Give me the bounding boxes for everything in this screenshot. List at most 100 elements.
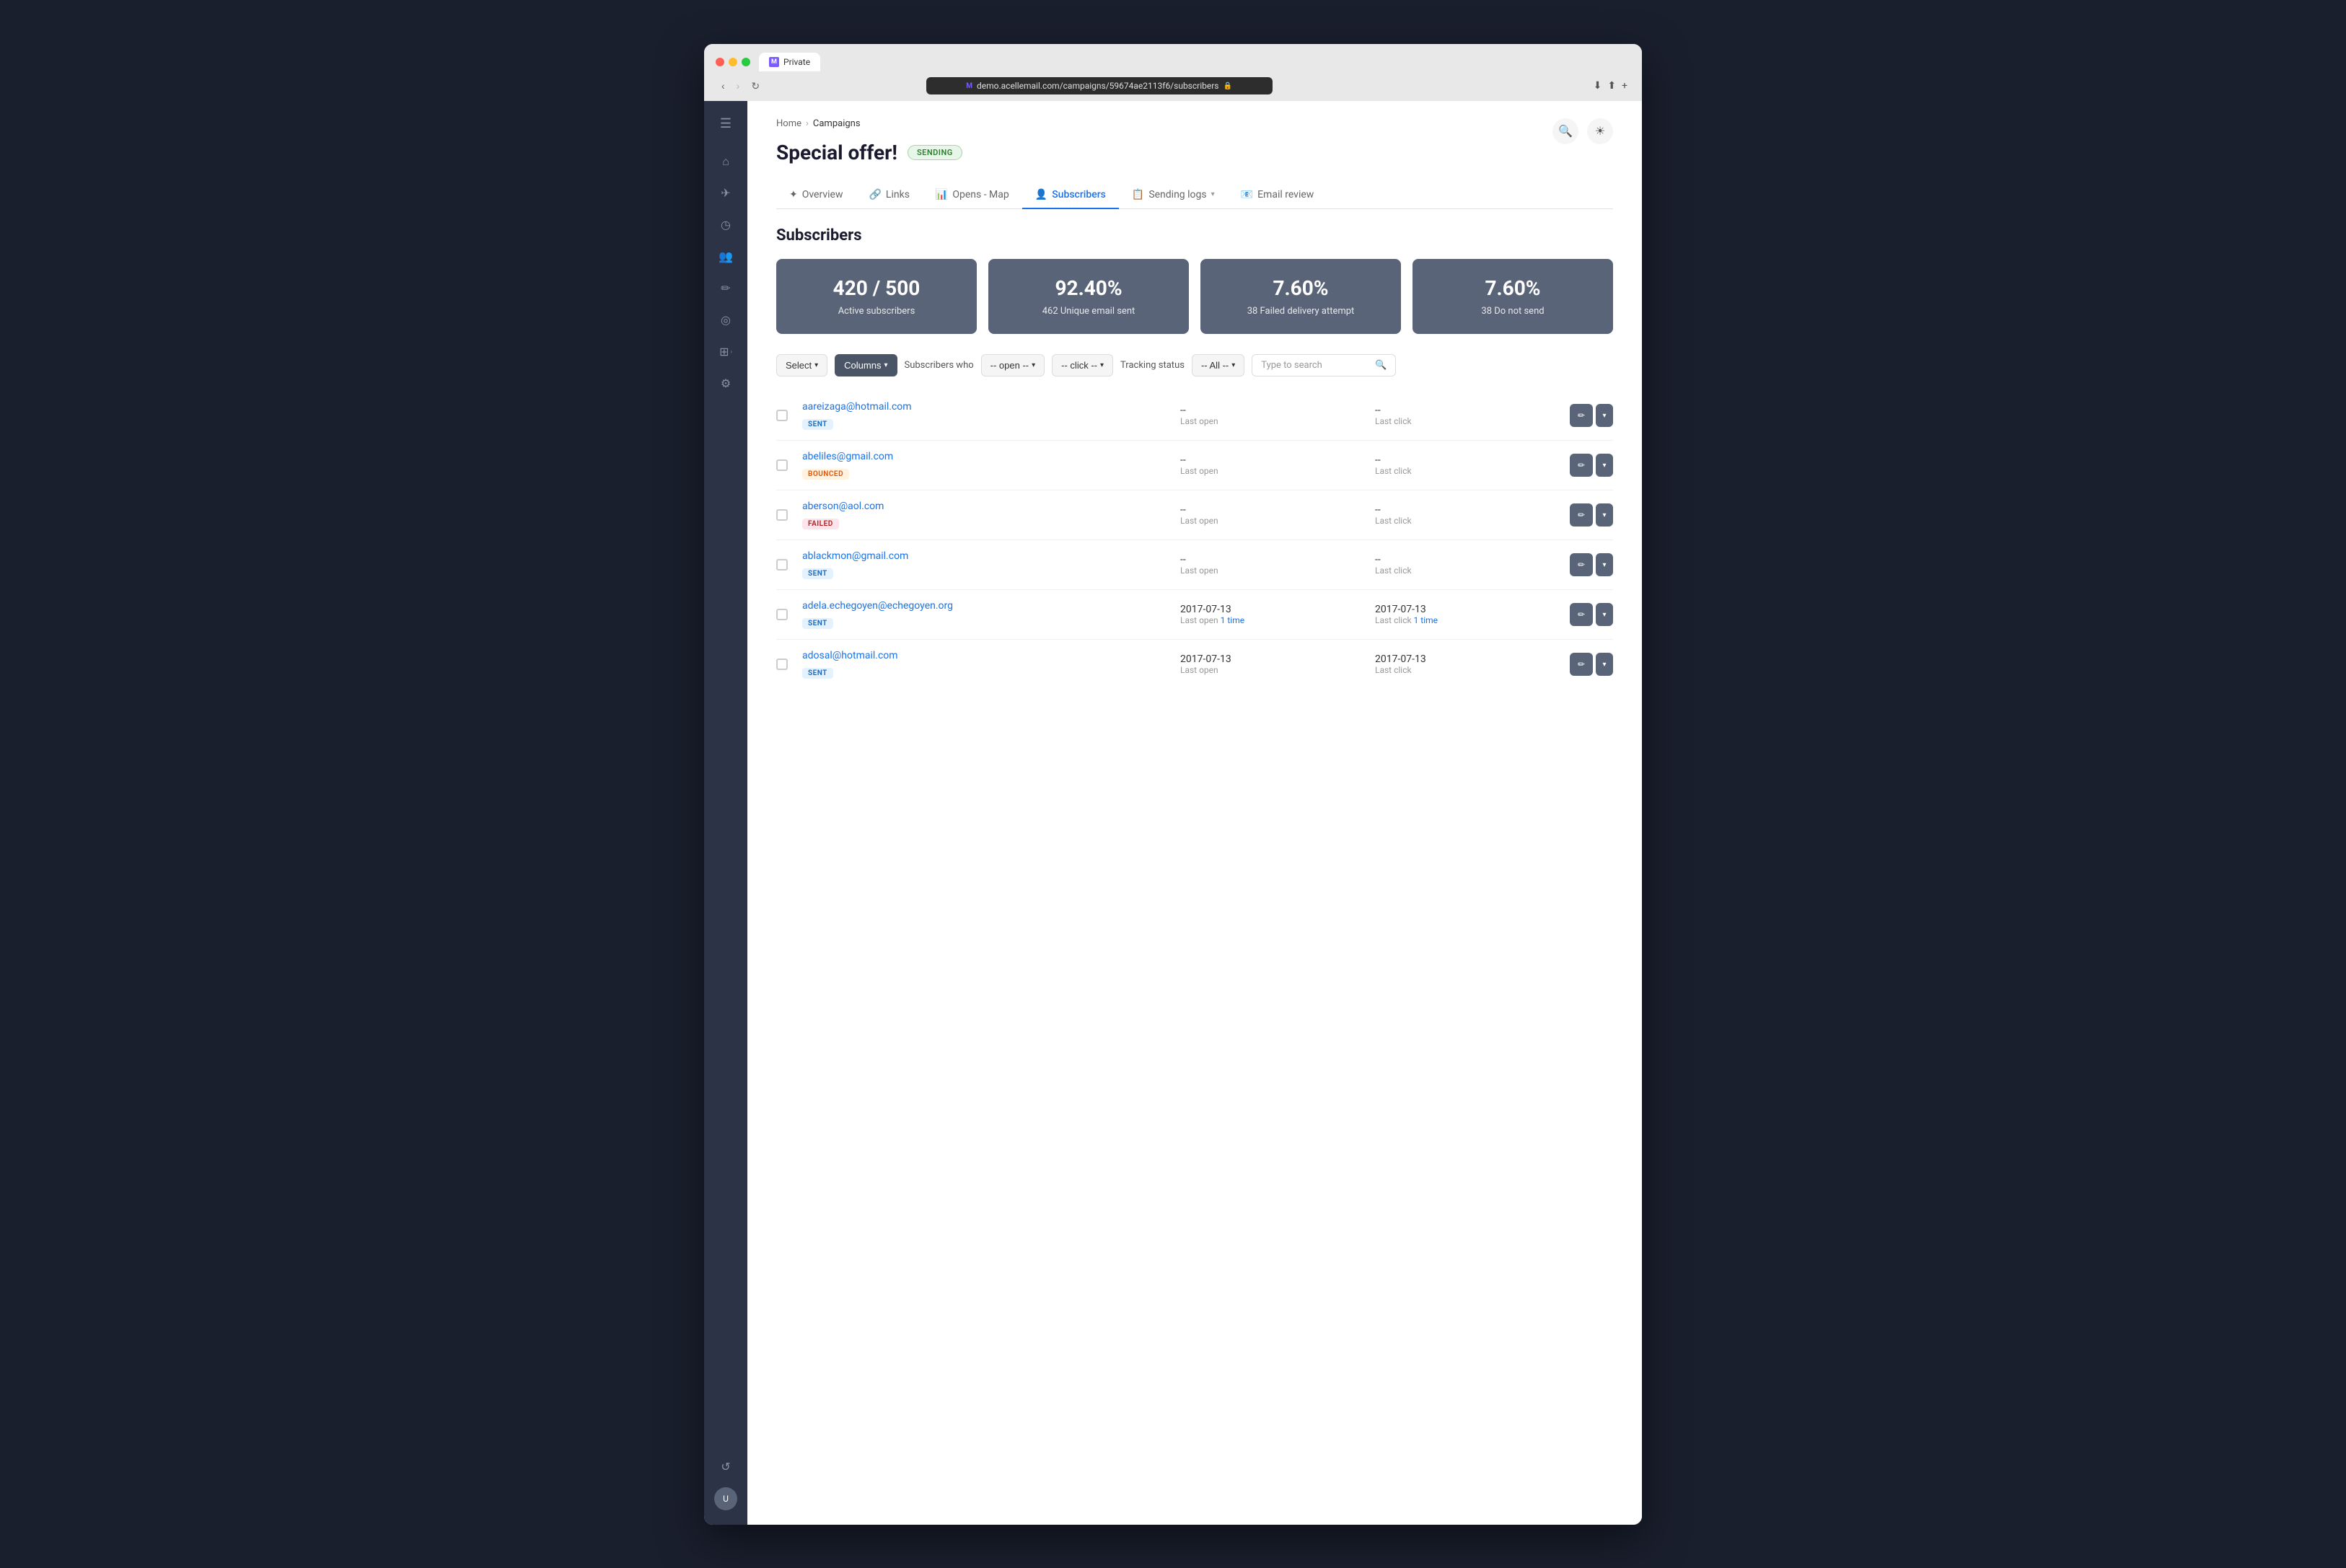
- last-open-label: Last open: [1180, 516, 1363, 526]
- filters-row: Select ▾ Columns ▾ Subscribers who -- op…: [776, 354, 1613, 376]
- row-checkbox[interactable]: [776, 410, 788, 421]
- more-button[interactable]: ▾: [1596, 603, 1613, 626]
- subscriber-email[interactable]: adosal@hotmail.com: [802, 650, 1169, 661]
- select-chevron: ▾: [814, 361, 818, 369]
- select-button[interactable]: Select ▾: [776, 354, 827, 376]
- last-open-label: Last open: [1180, 466, 1363, 476]
- close-button[interactable]: [716, 58, 724, 66]
- edit-button[interactable]: ✏: [1570, 653, 1593, 676]
- subscriber-email[interactable]: aareizaga@hotmail.com: [802, 401, 1169, 413]
- more-button[interactable]: ▾: [1596, 653, 1613, 676]
- tab-overview[interactable]: ✦ Overview: [776, 182, 856, 209]
- tab-email-review[interactable]: 📧 Email review: [1228, 182, 1327, 209]
- sidebar-item-contacts[interactable]: 👥: [711, 242, 740, 271]
- stat-card-failed: 7.60% 38 Failed delivery attempt: [1200, 259, 1401, 335]
- browser-tab[interactable]: M Private: [759, 53, 820, 71]
- subscriber-tag: FAILED: [802, 519, 839, 529]
- sidebar-item-home[interactable]: ⌂: [711, 147, 740, 176]
- click-filter[interactable]: -- click -- ▾: [1052, 354, 1113, 376]
- sidebar-menu-toggle[interactable]: ☰: [711, 110, 740, 138]
- sidebar-item-settings[interactable]: ⚙: [711, 369, 740, 398]
- sidebar-item-reports[interactable]: ⊞›: [711, 338, 740, 366]
- last-click-label: Last click: [1375, 565, 1558, 576]
- stat-card-active: 420 / 500 Active subscribers: [776, 259, 977, 335]
- last-open-label: Last open: [1180, 416, 1363, 426]
- traffic-lights: [716, 58, 750, 66]
- search-box[interactable]: Type to search 🔍: [1252, 354, 1396, 376]
- tab-opens-map[interactable]: 📊 Opens - Map: [923, 182, 1022, 209]
- breadcrumb-campaigns[interactable]: Campaigns: [813, 118, 861, 129]
- reload-button[interactable]: ↻: [748, 77, 763, 95]
- sidebar-item-analytics[interactable]: ◎: [711, 306, 740, 335]
- breadcrumb-home[interactable]: Home: [776, 118, 801, 129]
- browser-actions: ⬇ ⬆ +: [1594, 80, 1627, 92]
- open-filter[interactable]: -- open -- ▾: [981, 354, 1045, 376]
- edit-button[interactable]: ✏: [1570, 553, 1593, 576]
- more-button[interactable]: ▾: [1596, 454, 1613, 477]
- theme-toggle-button[interactable]: ☀: [1587, 118, 1613, 144]
- subscriber-email[interactable]: abeliles@gmail.com: [802, 451, 1169, 462]
- edit-button[interactable]: ✏: [1570, 404, 1593, 427]
- open-time-link[interactable]: 1 time: [1221, 615, 1244, 625]
- share-icon[interactable]: ⬆: [1607, 80, 1616, 92]
- status-badge: SENDING: [908, 145, 962, 160]
- user-avatar[interactable]: U: [714, 1487, 737, 1510]
- click-time-link[interactable]: 1 time: [1414, 615, 1438, 625]
- address-bar[interactable]: M demo.acellemail.com/campaigns/59674ae2…: [926, 77, 1273, 94]
- last-open-label: Last open: [1180, 665, 1363, 675]
- forward-button[interactable]: ›: [734, 77, 743, 94]
- stat-active-label: Active subscribers: [791, 306, 962, 317]
- stat-donot-label: 38 Do not send: [1427, 306, 1599, 317]
- edit-button[interactable]: ✏: [1570, 454, 1593, 477]
- breadcrumb: Home › Campaigns: [776, 118, 1613, 129]
- download-icon[interactable]: ⬇: [1594, 80, 1602, 92]
- maximize-button[interactable]: [742, 58, 750, 66]
- search-button[interactable]: 🔍: [1552, 118, 1578, 144]
- last-open-label: Last open: [1180, 565, 1363, 576]
- subscriber-tag: BOUNCED: [802, 469, 849, 480]
- sidebar-item-send[interactable]: ✈: [711, 179, 740, 208]
- columns-button[interactable]: Columns ▾: [835, 354, 897, 376]
- minimize-button[interactable]: [729, 58, 737, 66]
- subscriber-email[interactable]: adela.echegoyen@echegoyen.org: [802, 600, 1169, 612]
- subscribers-icon: 👤: [1035, 189, 1047, 201]
- opens-map-icon: 📊: [936, 189, 948, 201]
- subscriber-email[interactable]: aberson@aol.com: [802, 501, 1169, 512]
- more-button[interactable]: ▾: [1596, 503, 1613, 527]
- more-button[interactable]: ▾: [1596, 553, 1613, 576]
- stat-sent-value: 92.40%: [1003, 276, 1174, 301]
- edit-button[interactable]: ✏: [1570, 503, 1593, 527]
- lock-icon: 🔒: [1223, 82, 1232, 90]
- last-open-value: --: [1180, 405, 1363, 416]
- last-click-label: Last click: [1375, 416, 1558, 426]
- table-row: ablackmon@gmail.com SENT -- Last open --…: [776, 540, 1613, 590]
- stat-active-value: 420 / 500: [791, 276, 962, 301]
- edit-button[interactable]: ✏: [1570, 603, 1593, 626]
- subscriber-tag: SENT: [802, 419, 833, 430]
- tab-subscribers[interactable]: 👤 Subscribers: [1022, 182, 1119, 209]
- all-filter[interactable]: -- All -- ▾: [1192, 354, 1244, 376]
- subscriber-email[interactable]: ablackmon@gmail.com: [802, 550, 1169, 562]
- row-checkbox[interactable]: [776, 659, 788, 670]
- last-open-value: --: [1180, 554, 1363, 565]
- table-row: adela.echegoyen@echegoyen.org SENT 2017-…: [776, 590, 1613, 640]
- sidebar: ☰ ⌂ ✈ ◷ 👥 ✏ ◎ ⊞› ⚙ ↺ U: [704, 101, 747, 1525]
- row-checkbox[interactable]: [776, 459, 788, 471]
- tab-links[interactable]: 🔗 Links: [856, 182, 922, 209]
- url-text: demo.acellemail.com/campaigns/59674ae211…: [977, 81, 1219, 91]
- add-tab-icon[interactable]: +: [1622, 80, 1627, 92]
- more-button[interactable]: ▾: [1596, 404, 1613, 427]
- sidebar-item-clock[interactable]: ◷: [711, 211, 740, 239]
- subscribers-table: aareizaga@hotmail.com SENT -- Last open …: [776, 391, 1613, 689]
- sidebar-item-history[interactable]: ↺: [711, 1453, 740, 1481]
- row-checkbox[interactable]: [776, 559, 788, 571]
- tab-sending-logs[interactable]: 📋 Sending logs ▾: [1119, 182, 1228, 209]
- sidebar-item-edit[interactable]: ✏: [711, 274, 740, 303]
- row-checkbox[interactable]: [776, 609, 788, 620]
- breadcrumb-sep-1: ›: [806, 118, 809, 129]
- last-click-label: Last click: [1375, 665, 1558, 675]
- links-icon: 🔗: [869, 189, 881, 201]
- last-open-value: --: [1180, 504, 1363, 516]
- back-button[interactable]: ‹: [719, 77, 728, 94]
- row-checkbox[interactable]: [776, 509, 788, 521]
